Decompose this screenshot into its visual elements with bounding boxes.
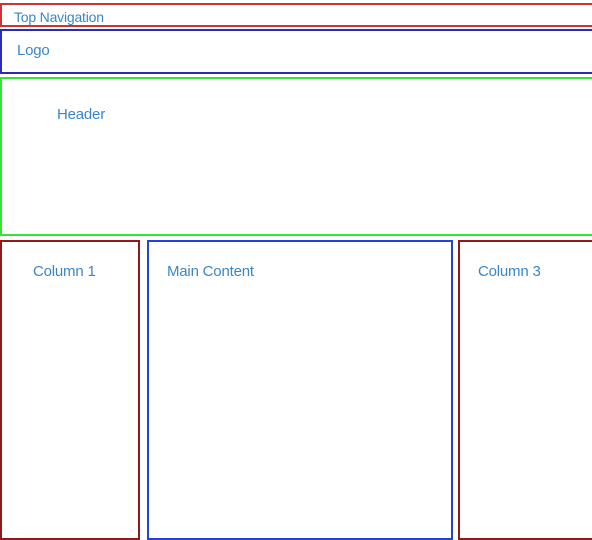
- logo-region: Logo: [0, 29, 592, 74]
- column-3-region: Column 3: [458, 240, 592, 540]
- column-1-region: Column 1: [0, 240, 140, 540]
- column-3-label: Column 3: [478, 263, 541, 280]
- header-region: Header: [0, 77, 592, 236]
- top-navigation-region: Top Navigation: [0, 3, 592, 27]
- top-navigation-label: Top Navigation: [14, 9, 104, 25]
- column-1-label: Column 1: [33, 263, 96, 280]
- main-content-label: Main Content: [167, 263, 254, 280]
- header-label: Header: [57, 106, 105, 123]
- main-content-region: Main Content: [147, 240, 453, 540]
- logo-label: Logo: [17, 42, 50, 59]
